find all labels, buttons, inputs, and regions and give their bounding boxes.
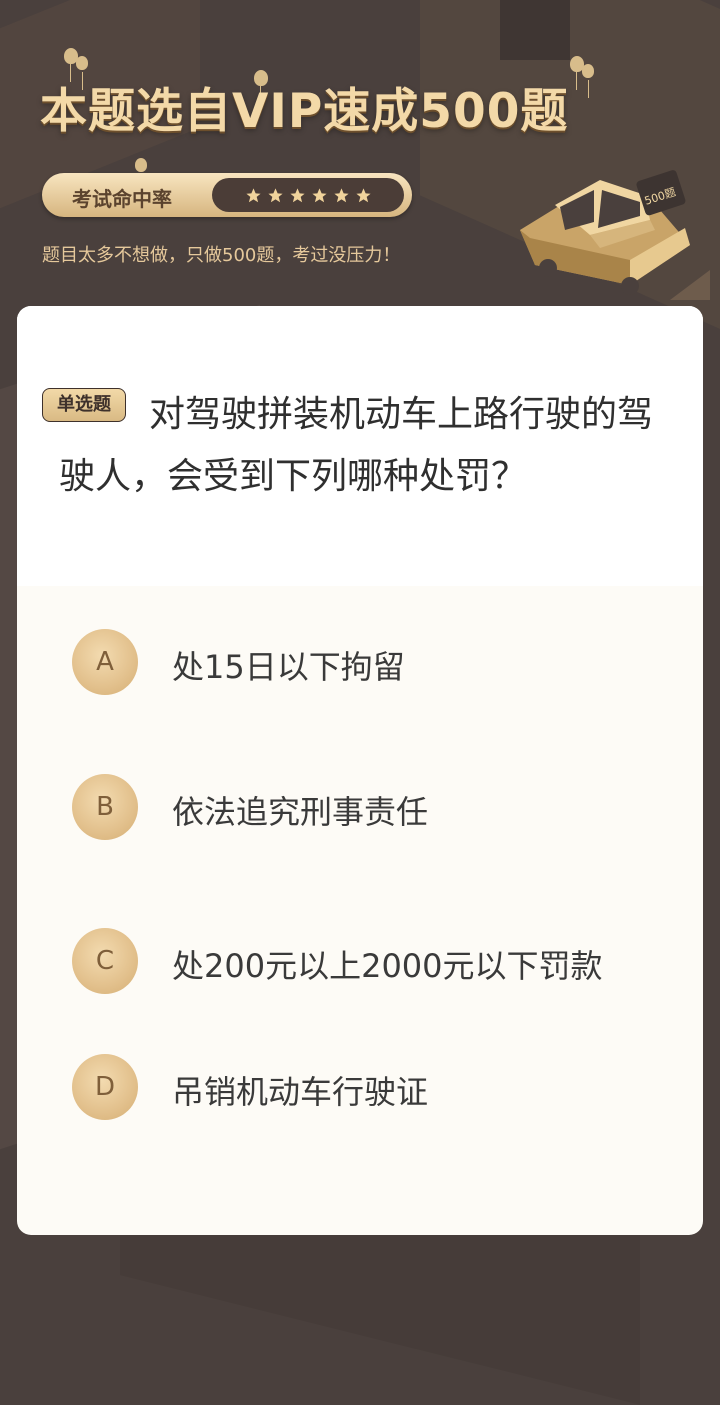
option-c[interactable]: C 处200元以上2000元以下罚款 — [72, 928, 682, 994]
question-type-badge: 单选题 — [42, 388, 126, 422]
star-icon — [355, 187, 371, 202]
option-letter: A — [72, 629, 138, 695]
option-letter: C — [72, 928, 138, 994]
rating-stars — [212, 178, 404, 212]
option-letter: D — [72, 1054, 138, 1120]
option-text: 处200元以上2000元以下罚款 — [172, 947, 603, 985]
option-d[interactable]: D 吊销机动车行驶证 — [72, 1054, 682, 1120]
option-letter: B — [72, 774, 138, 840]
star-icon — [311, 187, 327, 202]
balloon-icon — [76, 56, 88, 90]
banner-title: 本题选自VIP速成500题 — [40, 84, 569, 139]
question-card: 对驾驶拼装机动车上路行驶的驾驶人，会受到下列哪种处罚？ 单选题 A 处15日以下… — [17, 306, 703, 1235]
hit-rate-label: 考试命中率 — [72, 187, 172, 211]
option-a[interactable]: A 处15日以下拘留 — [72, 629, 682, 695]
question-section: 对驾驶拼装机动车上路行驶的驾驶人，会受到下列哪种处罚？ 单选题 — [17, 306, 703, 586]
question-text: 对驾驶拼装机动车上路行驶的驾驶人，会受到下列哪种处罚？ — [59, 394, 654, 497]
car-illustration-icon: 500题 — [520, 170, 710, 300]
option-text: 依法追究刑事责任 — [172, 793, 429, 831]
option-text: 吊销机动车行驶证 — [172, 1073, 429, 1111]
option-b[interactable]: B 依法追究刑事责任 — [72, 774, 682, 840]
balloon-icon — [135, 158, 147, 192]
hit-rate-badge: 考试命中率 — [42, 173, 412, 217]
balloon-icon — [582, 64, 594, 98]
star-icon — [333, 187, 349, 202]
banner-subtitle: 题目太多不想做，只做500题，考过没压力！ — [42, 245, 401, 266]
option-text: 处15日以下拘留 — [172, 648, 405, 686]
vip-banner: 本题选自VIP速成500题 考试命中率 题目太多不想做，只做500题，考过没压力… — [0, 0, 720, 310]
star-icon — [245, 187, 261, 202]
star-icon — [267, 187, 283, 202]
star-icon — [289, 187, 305, 202]
